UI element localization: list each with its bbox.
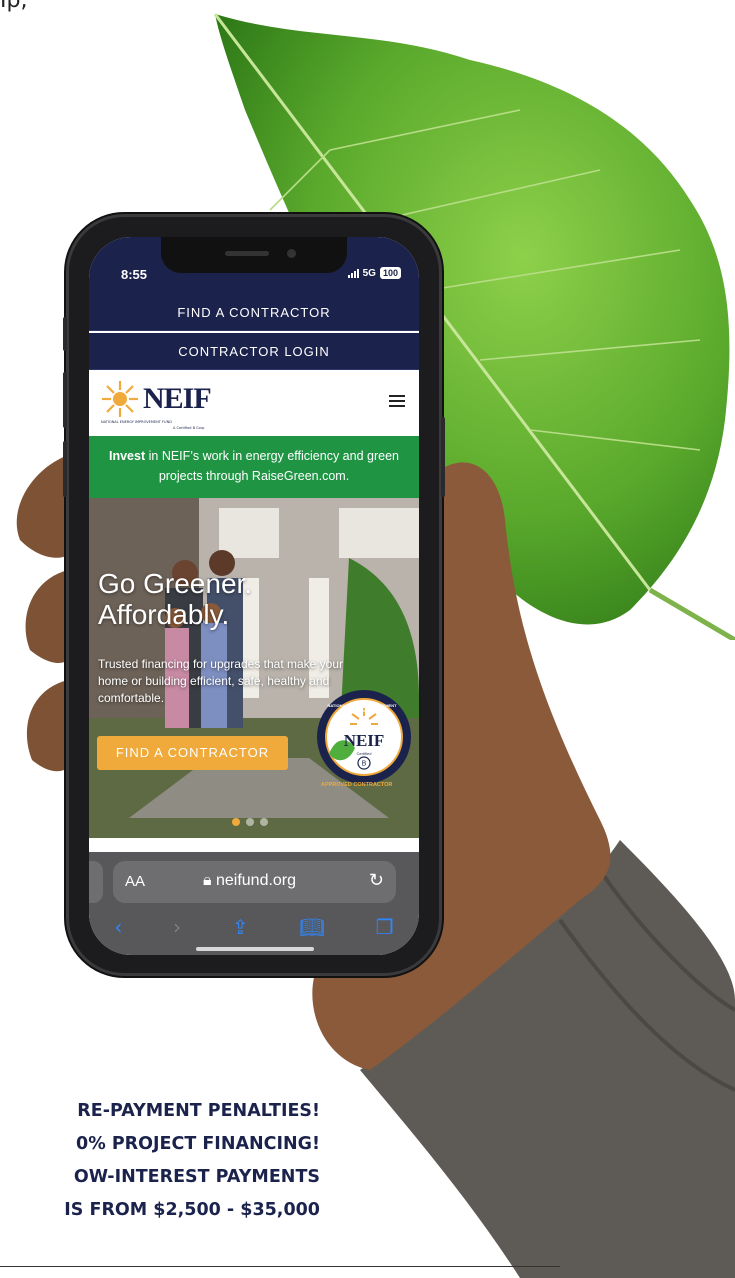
- page-continuation: [89, 838, 419, 852]
- logo-tagline: A Certified B Corp: [173, 426, 205, 430]
- safari-toolbar: AA 🔒︎ neifund.org ↻ ‹ › ⇪ 📖︎ ❐: [89, 852, 419, 955]
- status-time: 8:55: [121, 267, 148, 282]
- carousel-dot[interactable]: [246, 818, 254, 826]
- seal-ring-text: NATIONAL ENERGY IMPROVEMENT FUND: [327, 703, 397, 713]
- hero-title-line1: Go Greener.: [98, 568, 253, 599]
- reload-icon[interactable]: ↻: [369, 870, 384, 891]
- share-icon[interactable]: ⇪: [232, 915, 249, 939]
- url-display: 🔒︎ neifund.org: [203, 872, 296, 890]
- forward-icon[interactable]: ›: [173, 915, 181, 939]
- phone-screen: 8:55 5G 100 FIND A CONTRACTOR CONTRACTOR…: [89, 237, 419, 955]
- tabs-icon[interactable]: ❐: [376, 915, 394, 939]
- back-icon[interactable]: ‹: [114, 915, 122, 939]
- seal-label: APPROVED CONTRACTOR: [321, 782, 393, 788]
- sun-icon: [102, 381, 138, 417]
- promo-line: 0% PROJECT FINANCING!: [76, 1134, 320, 1154]
- banner-bold: Invest: [109, 449, 146, 463]
- network-label: 5G: [362, 267, 376, 279]
- home-indicator: [196, 947, 314, 951]
- status-indicators: 5G 100: [347, 267, 401, 279]
- phone-notch: [161, 237, 347, 273]
- signal-icon: [347, 268, 359, 278]
- contractor-login-link[interactable]: CONTRACTOR LOGIN: [89, 333, 419, 370]
- promo-list: RE-PAYMENT PENALTIES! 0% PROJECT FINANCI…: [0, 1095, 320, 1227]
- menu-icon[interactable]: [389, 395, 405, 407]
- power-button: [441, 417, 445, 497]
- logo-wordmark: NEIF: [143, 382, 212, 415]
- volume-down-button: [63, 441, 67, 497]
- speaker-icon: [225, 251, 269, 256]
- lock-icon: 🔒︎: [203, 872, 212, 889]
- invest-banner[interactable]: Invest in NEIF’s work in energy efficien…: [89, 436, 419, 498]
- neif-logo[interactable]: NEIF: [101, 380, 212, 418]
- site-header: NEIF NATIONAL ENERGY IMPROVEMENT FUND A …: [89, 370, 419, 436]
- bottom-divider: [0, 1266, 560, 1267]
- promo-line: IS FROM $2,500 - $35,000: [64, 1200, 320, 1220]
- url-text: neifund.org: [215, 872, 297, 889]
- carousel-dot[interactable]: [232, 818, 240, 826]
- smartphone: 8:55 5G 100 FIND A CONTRACTOR CONTRACTOR…: [63, 214, 445, 976]
- battery-icon: 100: [379, 267, 401, 279]
- mute-switch: [63, 317, 67, 351]
- carousel-dots[interactable]: [232, 818, 268, 826]
- logo-subtext: NATIONAL ENERGY IMPROVEMENT FUND: [101, 420, 172, 424]
- find-contractor-link[interactable]: FIND A CONTRACTOR: [89, 295, 419, 331]
- volume-up-button: [63, 372, 67, 428]
- camera-icon: [287, 249, 296, 258]
- status-bar: 8:55 5G 100: [89, 237, 419, 295]
- address-bar[interactable]: AA 🔒︎ neifund.org ↻: [113, 861, 396, 903]
- previous-tab-stub[interactable]: [89, 861, 103, 903]
- hero-title-line2: Affordably.: [98, 599, 230, 630]
- text-size-button[interactable]: AA: [125, 873, 145, 890]
- promo-line: RE-PAYMENT PENALTIES!: [77, 1101, 320, 1121]
- find-contractor-button[interactable]: FIND A CONTRACTOR: [97, 736, 288, 770]
- bookmarks-icon[interactable]: 📖︎: [300, 915, 325, 939]
- svg-text:B: B: [362, 761, 367, 768]
- seal-neif-text: NEIF: [344, 731, 385, 750]
- promo-line: OW-INTEREST PAYMENTS: [73, 1167, 320, 1187]
- hero-title: Go Greener. Affordably.: [98, 568, 338, 630]
- carousel-dot[interactable]: [260, 818, 268, 826]
- browser-toolbar: ‹ › ⇪ 📖︎ ❐: [89, 912, 419, 942]
- seal-certified-text: Certified: [357, 751, 372, 756]
- banner-text: in NEIF’s work in energy efficiency and …: [145, 449, 399, 483]
- hero-carousel: Go Greener. Affordably. Trusted financin…: [89, 498, 419, 838]
